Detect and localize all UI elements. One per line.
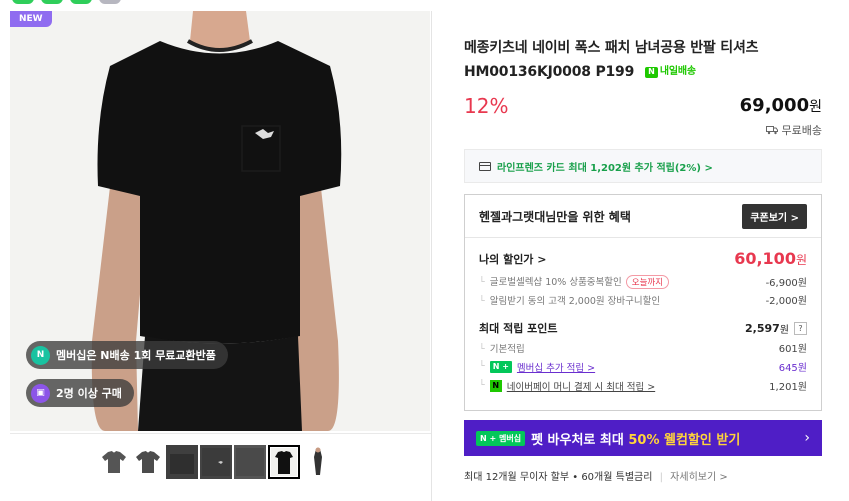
chip-label: 2명 이상 구매 bbox=[56, 387, 122, 400]
membership-extra-points-link[interactable]: 멤버십 추가 적립 > bbox=[517, 360, 595, 374]
membership-exchange-chip[interactable]: N 멤버십은 N배송 1회 무료교환반품 bbox=[26, 341, 228, 369]
my-discount-row: 나의 할인가 > 60,100원 bbox=[479, 249, 807, 268]
discount-item-label: 글로벌셀렉샵 10% 상품중복할인 bbox=[489, 277, 622, 288]
n-delivery-icon: N bbox=[644, 66, 658, 78]
thumbnail[interactable] bbox=[166, 445, 198, 479]
today-only-tag: 오늘까지 bbox=[625, 275, 670, 289]
banner-text: 펫 바우처로 최대 50% 웰컴할인 받기 bbox=[531, 429, 740, 448]
credit-card-icon bbox=[479, 161, 491, 171]
truck-icon bbox=[765, 126, 778, 135]
points-row: 최대 적립 포인트 2,597 원 ? bbox=[479, 320, 807, 336]
n-plus-membership-icon: N + bbox=[489, 360, 512, 373]
column-divider bbox=[431, 11, 432, 501]
installment-more-link[interactable]: 자세히보기 > bbox=[670, 472, 728, 483]
product-title: 메종키츠네 네이비 폭스 패치 남녀공용 반팔 티셔츠 HM00136KJ000… bbox=[464, 36, 822, 84]
top-icon[interactable] bbox=[70, 0, 92, 4]
my-discount-link[interactable]: 나의 할인가 > bbox=[479, 251, 546, 267]
n-exchange-icon: N bbox=[31, 345, 50, 365]
tree-branch-icon: └ bbox=[479, 380, 485, 391]
gallery-divider bbox=[10, 433, 431, 434]
product-title-text: 메종키츠네 네이비 폭스 패치 남녀공용 반팔 티셔츠 HM00136KJ000… bbox=[464, 40, 759, 80]
top-icon[interactable] bbox=[41, 0, 63, 4]
discount-item-label: 알림받기 동의 고객 2,000원 장바구니할인 bbox=[489, 295, 661, 307]
thumbnail[interactable] bbox=[132, 445, 164, 479]
points-label: 최대 적립 포인트 bbox=[479, 322, 558, 335]
tree-branch-icon: └ bbox=[479, 343, 485, 355]
product-info: 메종키츠네 네이비 폭스 패치 남녀공용 반팔 티셔츠 HM00136KJ000… bbox=[464, 36, 822, 483]
point-item-value: 1,201원 bbox=[769, 382, 807, 393]
points-help-icon[interactable]: ? bbox=[794, 321, 807, 335]
point-item-row: └ 기본적립 601원 bbox=[479, 340, 807, 356]
discount-item-row: └ 글로벌셀렉샵 10% 상품중복할인 오늘까지 -6,900원 bbox=[479, 274, 807, 289]
top-icon[interactable] bbox=[99, 0, 121, 4]
point-item-value: 601원 bbox=[778, 344, 807, 355]
separator: | bbox=[659, 472, 663, 483]
thumbnail[interactable] bbox=[200, 445, 232, 479]
points-value: 2,597 bbox=[745, 321, 780, 335]
my-discount-value: 60,100 bbox=[734, 249, 796, 268]
my-discount-price: 60,100원 bbox=[734, 249, 807, 268]
delivery-badge-label: 내일배송 bbox=[659, 66, 696, 77]
thumbnail-selected[interactable] bbox=[268, 445, 300, 479]
point-item-label: 기본적립 bbox=[489, 343, 525, 355]
discount-item-value: -2,000원 bbox=[765, 296, 807, 307]
point-item-value: 645원 bbox=[778, 363, 807, 374]
thumbnail-strip bbox=[98, 445, 334, 479]
banner-text-highlight: 50% 웰컴할인 받기 bbox=[628, 432, 741, 448]
benefit-box: 헨젤과그랫대님만을 위한 혜택 쿠폰보기 > 나의 할인가 > 60,100원 … bbox=[464, 194, 822, 411]
naver-pay-points-link[interactable]: 네이버페이 머니 결제 시 최대 적립 > bbox=[507, 379, 655, 393]
coupon-view-button[interactable]: 쿠폰보기 > bbox=[742, 203, 807, 229]
point-item-row: └ N + 멤버십 추가 적립 > 645원 bbox=[479, 359, 807, 374]
tree-branch-icon: └ bbox=[479, 295, 485, 307]
main-product-image[interactable]: NEW N 멤버십은 N배송 1회 무료교환반품 ▣ 2명 이상 구매 bbox=[10, 11, 430, 431]
bag-icon: ▣ bbox=[31, 383, 50, 403]
discount-rate: 12% bbox=[464, 94, 509, 118]
free-shipping-label: 무료배송 bbox=[781, 124, 822, 137]
free-shipping: 무료배송 bbox=[765, 122, 822, 138]
my-discount-unit: 원 bbox=[795, 253, 807, 267]
installment-info: 최대 12개월 무이자 할부 • 60개월 특별금리 | 자세히보기 > bbox=[464, 468, 728, 483]
thumbnail[interactable] bbox=[98, 445, 130, 479]
multi-buy-chip[interactable]: ▣ 2명 이상 구매 bbox=[26, 379, 134, 407]
discount-item-row: └ 알림받기 동의 고객 2,000원 장바구니할인 -2,000원 bbox=[479, 292, 807, 308]
top-icon-strip bbox=[12, 0, 121, 4]
points-unit: 원 bbox=[779, 324, 789, 336]
discount-item-value: -6,900원 bbox=[765, 278, 807, 289]
n-plus-membership-badge: N + 멤버십 bbox=[476, 430, 526, 446]
sale-price: 69,000원 bbox=[740, 95, 822, 116]
thumbnail[interactable] bbox=[234, 445, 266, 479]
chevron-right-icon: › bbox=[804, 430, 810, 446]
naver-pay-icon: N bbox=[489, 379, 502, 392]
price-value: 69,000 bbox=[739, 95, 810, 116]
points-total: 2,597 원 ? bbox=[745, 321, 807, 336]
benefit-title: 헨젤과그랫대님만을 위한 혜택 bbox=[479, 209, 631, 224]
top-icon[interactable] bbox=[12, 0, 34, 4]
card-promo-text: 라인프렌즈 카드 최대 1,202원 추가 적립(2%) > bbox=[497, 162, 713, 174]
pet-voucher-banner[interactable]: N + 멤버십 펫 바우처로 최대 50% 웰컴할인 받기 › bbox=[464, 420, 822, 456]
installment-text: 최대 12개월 무이자 할부 • 60개월 특별금리 bbox=[464, 472, 653, 483]
chip-label: 멤버십은 N배송 1회 무료교환반품 bbox=[56, 349, 216, 362]
card-promo[interactable]: 라인프렌즈 카드 최대 1,202원 추가 적립(2%) > bbox=[464, 149, 822, 183]
new-badge: NEW bbox=[10, 11, 52, 27]
price-currency: 원 bbox=[809, 99, 822, 115]
tree-branch-icon: └ bbox=[479, 277, 485, 288]
benefit-header: 헨젤과그랫대님만을 위한 혜택 쿠폰보기 > bbox=[465, 195, 821, 238]
thumbnail[interactable] bbox=[302, 445, 334, 479]
tomorrow-delivery-badge: N 내일배송 bbox=[644, 60, 696, 84]
banner-text-prefix: 펫 바우처로 최대 bbox=[531, 432, 629, 448]
price-row: 12% 69,000원 bbox=[464, 94, 822, 124]
product-gallery: NEW N 멤버십은 N배송 1회 무료교환반품 ▣ 2명 이상 구매 bbox=[10, 11, 430, 501]
point-item-row: └ N 네이버페이 머니 결제 시 최대 적립 > 1,201원 bbox=[479, 378, 807, 393]
tree-branch-icon: └ bbox=[479, 361, 485, 372]
